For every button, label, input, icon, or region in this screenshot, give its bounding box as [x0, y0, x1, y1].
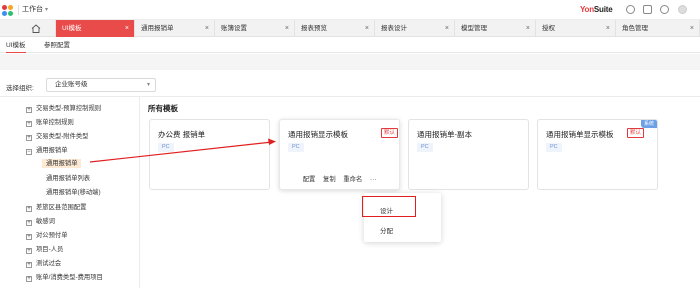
divider [0, 96, 700, 97]
tree-item[interactable]: + 差旅区县范围配置 [26, 202, 86, 212]
search-icon[interactable] [626, 5, 635, 14]
home-tab[interactable] [16, 20, 56, 37]
expand-icon[interactable]: + [26, 234, 32, 240]
expand-icon[interactable]: + [26, 248, 32, 254]
menu-item-assign[interactable]: 分配 [380, 225, 393, 235]
template-card[interactable]: 通用报销单-副本 PC [408, 119, 529, 190]
template-card-hovered[interactable]: 通用报销显示模板 默认 PC 配置 复制 重命名 ··· [279, 119, 400, 190]
home-icon [31, 24, 41, 33]
close-icon[interactable]: × [125, 20, 129, 37]
copy-button[interactable]: 复制 [323, 176, 336, 183]
avatar[interactable] [678, 5, 687, 14]
tab-bar: UI模板 × 通用报销单 × 账簿设置 × 报表预览 × 报表设计 × 模型管理 × 授权 ×… [0, 20, 700, 37]
close-icon[interactable]: × [445, 20, 449, 37]
toolbar-band [0, 54, 700, 70]
tab-role-management[interactable]: 角色管理 × [616, 20, 700, 37]
template-card[interactable]: 系统 通用报销单显示模板 默认 PC [537, 119, 658, 190]
annotation-highlight-box [362, 196, 416, 217]
tree-item[interactable]: + 敏感词 [26, 216, 55, 226]
tab-report-design[interactable]: 报表设计 × [375, 20, 455, 37]
app-logo-icon[interactable] [2, 5, 14, 17]
expand-icon[interactable]: + [26, 276, 32, 282]
expand-icon[interactable]: + [26, 220, 32, 226]
tree-item-selected[interactable]: 通用报销单 [42, 158, 82, 168]
tree-item[interactable]: + 对公预付单 [26, 230, 67, 240]
tree-item[interactable]: + 交易类型-附件类型 [26, 131, 88, 141]
subtab-ui-template[interactable]: UI模板 [6, 39, 26, 53]
card-title: 通用报销显示模板 [288, 130, 348, 139]
tree-item[interactable]: + 交易类型-预算控制规则 [26, 103, 101, 113]
sub-tab-bar: UI模板 参照配置 [0, 37, 700, 53]
tree-item[interactable]: 通用报销单列表 [46, 173, 90, 182]
expand-icon[interactable]: + [26, 135, 32, 141]
workspace-label: 工作台 [22, 6, 43, 13]
expand-icon[interactable]: + [26, 206, 32, 212]
tab-ledger-settings[interactable]: 账簿设置 × [215, 20, 295, 37]
divider [18, 5, 19, 15]
org-select[interactable]: 企业账号级 ▾ [46, 78, 156, 92]
more-icon[interactable]: ··· [370, 176, 376, 183]
platform-tag: PC [158, 143, 174, 152]
chevron-down-icon: ▾ [45, 7, 49, 13]
configure-button[interactable]: 配置 [303, 176, 316, 183]
platform-tag: PC [417, 143, 433, 152]
tree-item[interactable]: + 测试过会 [26, 258, 61, 268]
tree-item[interactable]: + 账单/消费类型-费用项目 [26, 272, 103, 282]
close-icon[interactable]: × [365, 20, 369, 37]
subtab-reference-config[interactable]: 参照配置 [44, 39, 70, 49]
tab-model-management[interactable]: 模型管理 × [455, 20, 536, 37]
expand-icon[interactable]: + [26, 262, 32, 268]
card-title: 通用报销单-副本 [417, 130, 472, 139]
tab-report-preview[interactable]: 报表预览 × [295, 20, 375, 37]
divider [139, 97, 140, 288]
card-title: 通用报销单显示模板 [546, 130, 614, 139]
card-actions: 配置 复制 重命名 ··· [280, 174, 399, 183]
tab-expense-form[interactable]: 通用报销单 × [135, 20, 215, 37]
tree-item[interactable]: 通用报销单(移动端) [46, 187, 101, 196]
platform-tag: PC [546, 143, 562, 152]
close-icon[interactable]: × [285, 20, 289, 37]
close-icon[interactable]: × [526, 20, 530, 37]
card-title: 办公费 报销单 [158, 130, 206, 139]
help-icon[interactable] [660, 5, 669, 14]
section-title: 所有模板 [148, 104, 178, 113]
tree-item[interactable]: + 账单控制规则 [26, 117, 74, 127]
tree-item[interactable]: − 通用报销单 [26, 145, 67, 155]
tab-ui-template[interactable]: UI模板 × [56, 20, 135, 37]
expand-icon[interactable]: + [26, 121, 32, 127]
platform-tag: PC [288, 143, 304, 152]
expand-icon[interactable]: + [26, 107, 32, 113]
close-icon[interactable]: × [205, 20, 209, 37]
tree-item[interactable]: + 项目-人员 [26, 244, 63, 254]
tab-authorization[interactable]: 授权 × [536, 20, 616, 37]
brand-logo: YonSuite [580, 5, 613, 14]
message-icon[interactable] [643, 5, 652, 14]
default-badge: 默认 [381, 128, 399, 138]
top-bar: 工作台 ▾ YonSuite [0, 0, 700, 20]
workspace-switcher[interactable]: 工作台 ▾ [22, 4, 48, 14]
system-badge: 系统 [640, 120, 657, 128]
chevron-down-icon: ▾ [146, 82, 150, 88]
template-card[interactable]: 办公费 报销单 PC [149, 119, 270, 190]
close-icon[interactable]: × [690, 20, 694, 37]
collapse-icon[interactable]: − [26, 149, 32, 155]
org-select-value: 企业账号级 [55, 81, 88, 88]
org-label: 选择组织: [6, 85, 34, 92]
close-icon[interactable]: × [606, 20, 610, 37]
default-badge: 默认 [627, 128, 645, 138]
rename-button[interactable]: 重命名 [343, 176, 362, 183]
